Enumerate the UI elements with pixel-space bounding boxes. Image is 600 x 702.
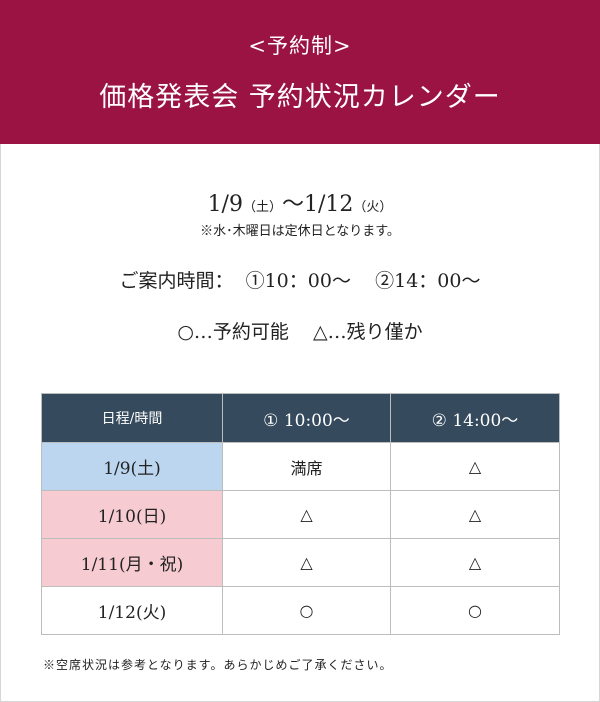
slot-1-status: ○ [222,586,391,635]
period-start-day: （土） [242,200,282,215]
slot-1-status: △ [222,490,391,539]
event-period: 1/9（土）～1/12（火） [0,186,600,218]
date-cell: 1/10(日) [41,490,223,539]
header-subtitle: <予約制> [248,34,352,58]
period-end-day: （火） [353,200,393,215]
date-cell: 1/9(土) [41,442,223,491]
table-row: 1/9(土) 満席 △ [41,442,560,491]
date-cell: 1/12(火) [41,586,223,635]
table-row: 1/10(日) △ △ [41,490,560,539]
table-row: 1/11(月・祝) △ △ [41,538,560,587]
slot-2-status: △ [390,442,560,491]
slot-2-status: △ [390,490,560,539]
slot-1-status: 満席 [222,442,391,491]
header-slot-1: ① 10:00～ [222,393,391,443]
table-header-row: 日程/時間 ① 10:00～ ② 14:00～ [41,393,560,443]
availability-legend: ○…予約可能 △…残り僅か [177,321,423,343]
header-slot-2: ② 14:00～ [390,393,560,443]
period-separator: ～ [281,192,304,217]
header-banner: <予約制> 価格発表会 予約状況カレンダー [0,0,600,144]
slot-1-status: △ [222,538,391,587]
availability-footnote: ※空席状況は参考となります。あらかじめご了承ください。 [43,658,393,672]
slot-2-status: ○ [390,586,560,635]
period-start: 1/9 [207,192,243,217]
page-title: 価格発表会 予約状況カレンダー [99,82,501,113]
reservation-table: 日程/時間 ① 10:00～ ② 14:00～ 1/9(土) 満席 △ 1/10… [41,393,560,635]
table-row: 1/12(火) ○ ○ [41,586,560,635]
closed-days-note: ※水･木曜日は定休日となります。 [200,224,400,239]
guide-times: ご案内時間： ①10：00～ ②14：00～ [119,270,481,292]
slot-2-status: △ [390,538,560,587]
date-cell: 1/11(月・祝) [41,538,223,587]
header-date-time: 日程/時間 [41,393,223,443]
period-end: 1/12 [304,192,354,217]
